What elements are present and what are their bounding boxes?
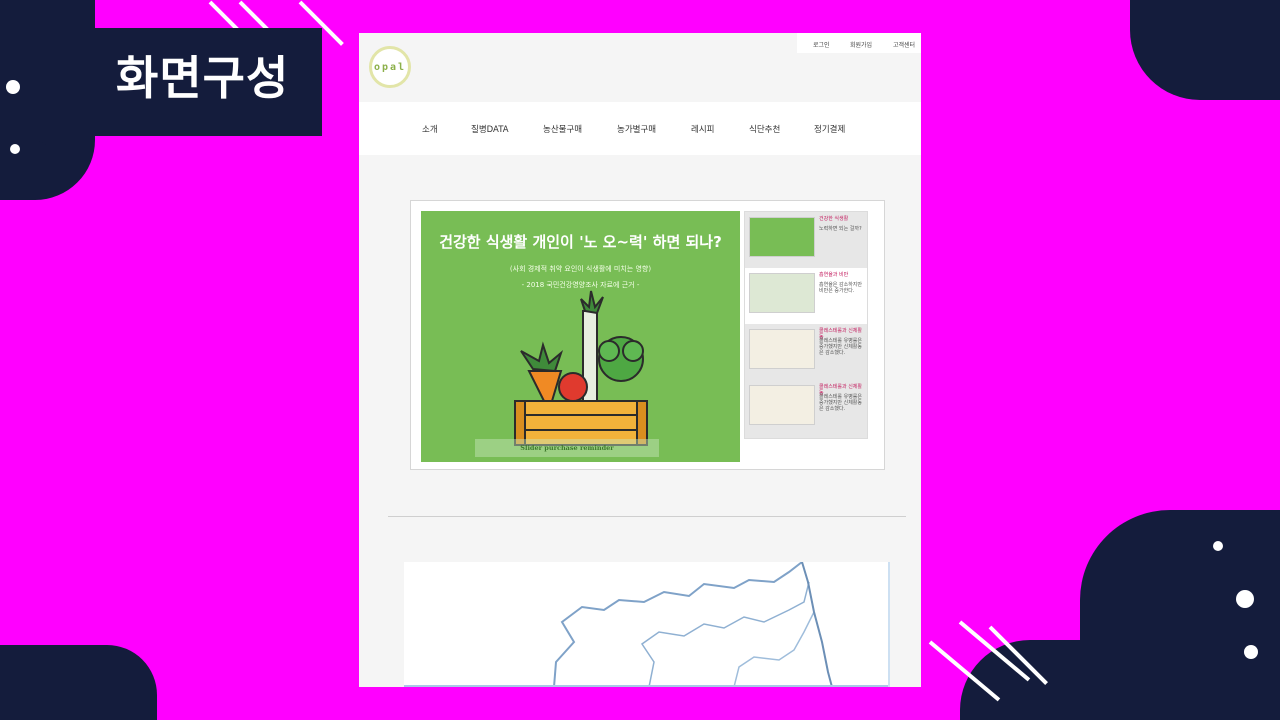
website-mockup: opal 로그인 회원가입 고객센터 소개 질병DATA 농산물구매 농가별구매… bbox=[359, 33, 921, 687]
apple bbox=[558, 372, 588, 402]
map-right-border bbox=[888, 562, 890, 687]
thumbnail-image bbox=[749, 217, 815, 257]
thumbnail-desc: 콜레스테롤 유병률은 증가했지만 신체활동은 감소했다. bbox=[819, 338, 862, 356]
slider-thumbnails: 건강한 식생활 노력하면 되는 걸까? 흡연율과 비만 흡연율은 감소하지만 비… bbox=[744, 211, 868, 439]
decor-dot bbox=[10, 144, 20, 154]
thumbnail-desc: 콜레스테롤 유병률은 증가했지만 신체활동은 감소했다. bbox=[819, 394, 862, 412]
thumbnail-image bbox=[749, 385, 815, 425]
decor-dot bbox=[1236, 590, 1254, 608]
nav-item-subscription[interactable]: 정기결제 bbox=[814, 123, 845, 135]
nav-item-diet[interactable]: 식단추천 bbox=[749, 123, 780, 135]
nav-item-intro[interactable]: 소개 bbox=[422, 123, 438, 135]
section-divider bbox=[388, 516, 906, 517]
util-links: 로그인 회원가입 고객센터 bbox=[797, 33, 921, 53]
site-header: opal 로그인 회원가입 고객센터 bbox=[359, 33, 921, 102]
thumbnail-desc: 흡연율은 감소하지만 비만은 증가한다. bbox=[819, 282, 862, 294]
region-border bbox=[553, 562, 803, 687]
decor-blob-left-mid bbox=[0, 140, 60, 200]
thumbnail-item[interactable]: 건강한 식생활 노력하면 되는 걸까? bbox=[745, 212, 867, 268]
logo-text: opal bbox=[373, 61, 407, 73]
coastline bbox=[801, 562, 833, 687]
decor-dot bbox=[1244, 645, 1258, 659]
login-link[interactable]: 로그인 bbox=[813, 40, 830, 49]
nav-item-farm[interactable]: 농가별구매 bbox=[617, 123, 656, 135]
decor-dot bbox=[1213, 541, 1223, 551]
region-border bbox=[640, 581, 810, 687]
nav-item-recipe[interactable]: 레시피 bbox=[691, 123, 714, 135]
thumbnail-title: 흡연율과 비만 bbox=[819, 272, 849, 278]
image-slider: 건강한 식생활 개인이 '노 오~력' 하면 되나? (사회 경제적 취약 요인… bbox=[410, 200, 885, 470]
thumbnail-item[interactable]: 흡연율과 비만 흡연율은 감소하지만 비만은 증가한다. bbox=[745, 268, 867, 324]
signup-link[interactable]: 회원가입 bbox=[850, 40, 872, 49]
support-link[interactable]: 고객센터 bbox=[893, 40, 915, 49]
map-section[interactable] bbox=[404, 562, 890, 687]
site-logo[interactable]: opal bbox=[369, 46, 411, 88]
nav-item-disease-data[interactable]: 질병DATA bbox=[471, 123, 509, 135]
vegetable-crate-illustration bbox=[514, 290, 648, 446]
decor-blob-bottom-left bbox=[0, 645, 157, 720]
decor-dot bbox=[6, 80, 20, 94]
thumbnail-item[interactable]: 콜레스테롤과 신체활동 콜레스테롤 유병률은 증가했지만 신체활동은 감소했다. bbox=[745, 324, 867, 380]
slider-caption: Slider purchase reminder bbox=[520, 444, 614, 452]
thumbnail-image bbox=[749, 273, 815, 313]
decor-blob-bottom-right-2 bbox=[960, 640, 1100, 720]
slider-main-image[interactable]: 건강한 식생활 개인이 '노 오~력' 하면 되나? (사회 경제적 취약 요인… bbox=[421, 211, 740, 462]
main-nav: 소개 질병DATA 농산물구매 농가별구매 레시피 식단추천 정기결제 bbox=[359, 102, 921, 155]
region-border bbox=[733, 611, 815, 687]
nav-item-produce[interactable]: 농산물구매 bbox=[543, 123, 582, 135]
thumbnail-title: 건강한 식생활 bbox=[819, 216, 849, 222]
slide-title: 화면구성 bbox=[116, 51, 290, 105]
leek-leaves bbox=[580, 290, 604, 315]
map-bottom-border bbox=[404, 685, 890, 687]
carrot-leaves bbox=[520, 341, 564, 373]
decor-blob-top-right bbox=[1130, 0, 1280, 100]
thumbnail-image bbox=[749, 329, 815, 369]
thumbnail-desc: 노력하면 되는 걸까? bbox=[819, 226, 862, 232]
korea-map bbox=[553, 562, 833, 687]
thumbnail-item[interactable]: 콜레스테롤과 신체활동 콜레스테롤 유병률은 증가했지만 신체활동은 감소했다. bbox=[745, 380, 867, 436]
decor-blob-bottom-right bbox=[1080, 510, 1280, 720]
